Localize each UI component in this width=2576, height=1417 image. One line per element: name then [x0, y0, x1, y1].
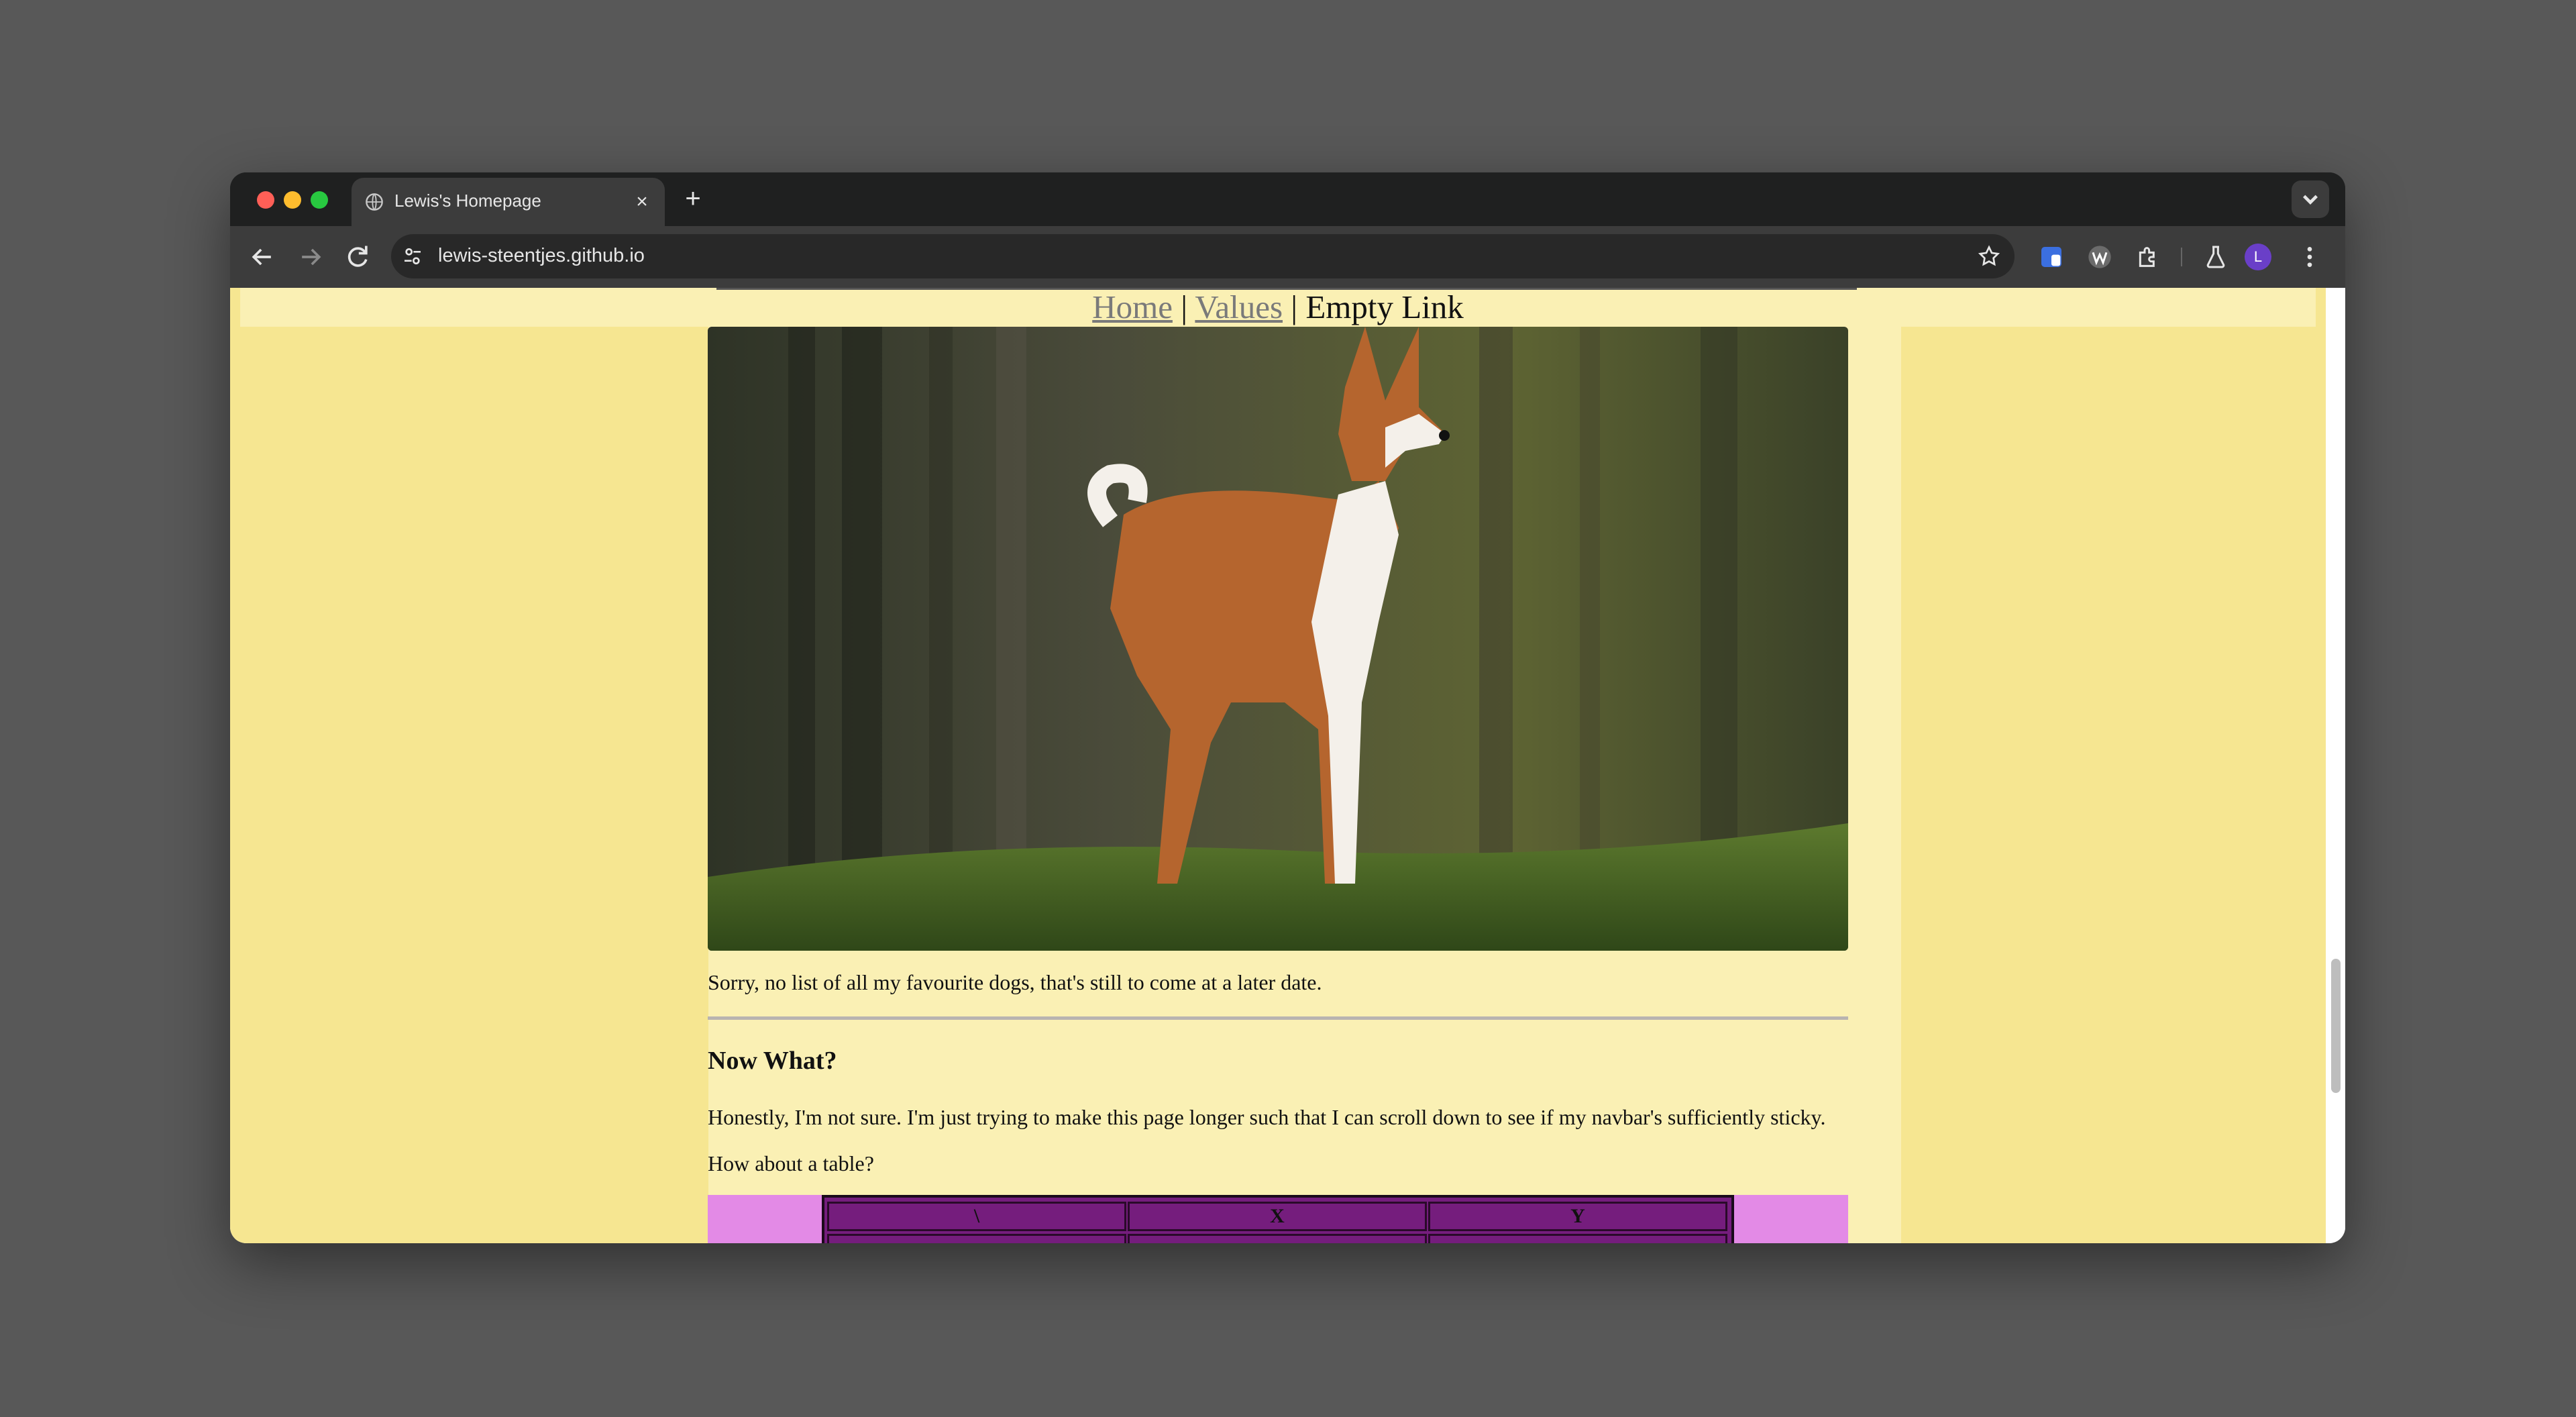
data-table: \ X Y	[822, 1195, 1734, 1243]
back-icon[interactable]	[248, 242, 277, 272]
dog-photo	[708, 327, 1848, 951]
forward-icon[interactable]	[296, 242, 325, 272]
site-settings-icon[interactable]	[402, 246, 423, 267]
table-cell	[827, 1234, 1126, 1243]
paragraph-dogs: Sorry, no list of all my favourite dogs,…	[708, 970, 1322, 994]
basenji-image	[708, 327, 1848, 951]
section-heading: Now What?	[708, 1047, 837, 1075]
extension-shield-icon[interactable]	[2038, 244, 2065, 270]
labs-flask-icon[interactable]	[2202, 244, 2229, 270]
extensions-puzzle-icon[interactable]	[2135, 244, 2161, 270]
nav-separator: |	[1172, 288, 1195, 325]
table-cell	[1428, 1234, 1727, 1243]
tab-active[interactable]: Lewis's Homepage ×	[352, 178, 665, 226]
page-viewport: Home | Values | Empty Link Sorry, no lis…	[230, 288, 2345, 1243]
more-menu-icon[interactable]	[2296, 244, 2323, 270]
browser-window: Lewis's Homepage × + lewis-steentjes.git…	[230, 172, 2345, 1243]
tab-strip: Lewis's Homepage × +	[230, 172, 2345, 226]
chevron-down-icon	[2303, 195, 2318, 205]
table-header-y: Y	[1428, 1202, 1727, 1231]
horizontal-rule	[708, 1016, 1848, 1020]
extension-w-icon[interactable]	[2086, 244, 2113, 270]
close-window-button[interactable]	[257, 191, 274, 209]
table-header-x: X	[1128, 1202, 1427, 1231]
maximize-window-button[interactable]	[311, 191, 328, 209]
nav-empty-link[interactable]: Empty Link	[1305, 288, 1463, 325]
bookmark-star-icon[interactable]	[1977, 244, 2001, 268]
scrollbar-thumb[interactable]	[2331, 959, 2341, 1093]
table-container: \ X Y	[708, 1195, 1848, 1243]
browser-toolbar: lewis-steentjes.github.io L	[230, 226, 2345, 288]
sticky-navbar: Home | Values | Empty Link	[240, 288, 2316, 327]
paragraph-sticky: Honestly, I'm not sure. I'm just trying …	[708, 1105, 1826, 1129]
reload-icon[interactable]	[343, 242, 372, 272]
paragraph-table-intro: How about a table?	[708, 1151, 874, 1175]
new-tab-button[interactable]: +	[680, 185, 706, 213]
globe-icon	[366, 193, 383, 211]
address-bar[interactable]: lewis-steentjes.github.io	[391, 234, 2015, 278]
table-header-corner: \	[827, 1202, 1126, 1231]
tab-title: Lewis's Homepage	[394, 191, 541, 211]
tab-close-button[interactable]: ×	[630, 190, 654, 214]
tab-search-button[interactable]	[2292, 180, 2329, 218]
table-cell	[1128, 1234, 1427, 1243]
nav-link-values[interactable]: Values	[1195, 288, 1283, 325]
navbar-top-border	[716, 288, 1857, 290]
profile-avatar[interactable]: L	[2245, 244, 2271, 270]
nav-link-home[interactable]: Home	[1092, 288, 1173, 325]
url-text[interactable]: lewis-steentjes.github.io	[438, 245, 645, 267]
minimize-window-button[interactable]	[284, 191, 301, 209]
page-scrollbar[interactable]	[2326, 288, 2345, 1243]
toolbar-divider	[2181, 248, 2182, 266]
nav-separator: |	[1283, 288, 1306, 325]
